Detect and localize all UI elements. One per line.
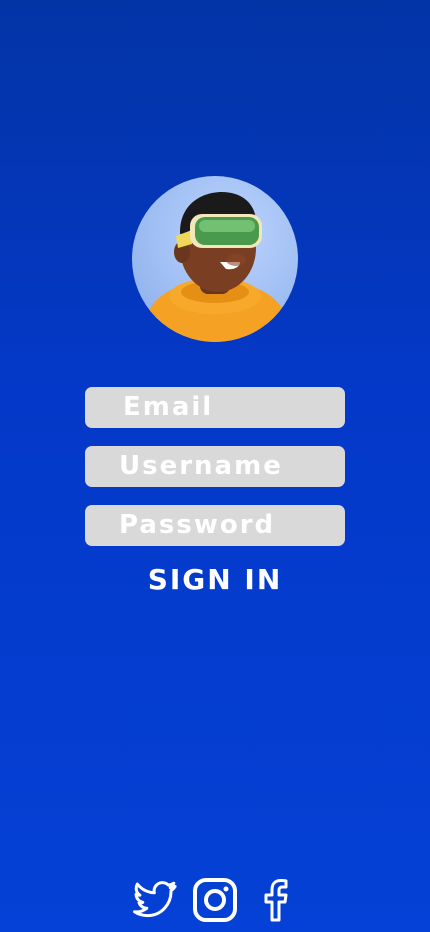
facebook-icon[interactable] bbox=[252, 876, 300, 924]
password-field[interactable]: Password bbox=[85, 505, 345, 546]
sign-in-button[interactable]: SIGN IN bbox=[0, 563, 430, 596]
login-screen: Email Username Password SIGN IN bbox=[0, 0, 430, 932]
twitter-icon[interactable] bbox=[131, 876, 179, 924]
avatar bbox=[132, 176, 298, 342]
social-links bbox=[0, 876, 430, 926]
password-placeholder: Password bbox=[119, 510, 276, 540]
email-placeholder: Email bbox=[123, 392, 214, 422]
email-field[interactable]: Email bbox=[85, 387, 345, 428]
username-field[interactable]: Username bbox=[85, 446, 345, 487]
username-placeholder: Username bbox=[119, 451, 283, 481]
instagram-icon[interactable] bbox=[191, 876, 239, 924]
